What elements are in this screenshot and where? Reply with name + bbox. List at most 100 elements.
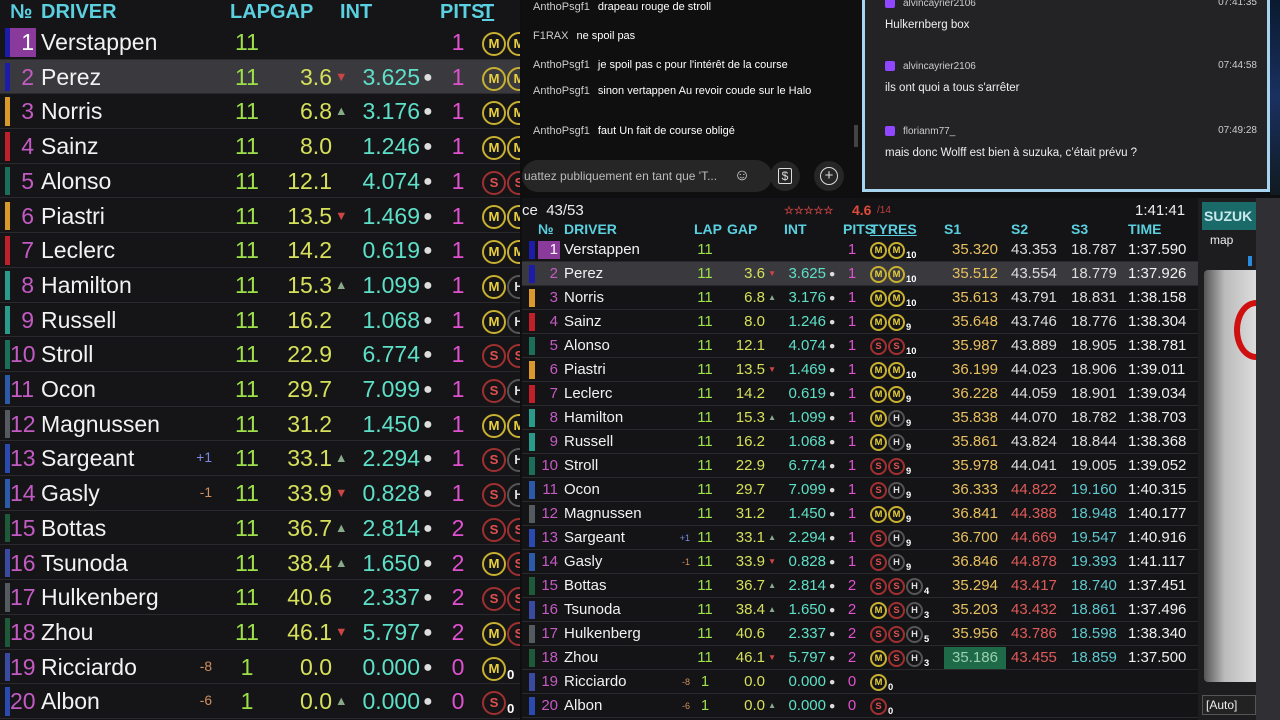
- driver-row[interactable]: 18Zhou1146.1▼5.797●2MSH3: [0, 615, 520, 650]
- driver-row[interactable]: 8 Hamilton 11 15.3 ▲ 1.099 ● 1 M H9 35.838 44.070 18…: [522, 406, 1198, 430]
- map-slider[interactable]: [1248, 256, 1252, 266]
- pit-stops: 1: [451, 29, 465, 55]
- driver-row[interactable]: 17Hulkenberg1140.62.337●2SSH5: [0, 580, 520, 615]
- chat-username[interactable]: AnthoPsgf1: [533, 125, 590, 137]
- driver-row[interactable]: 16 Tsunoda 11 38.4 ▲ 1.650 ● 2 M S H3 35.203 43.432 1…: [522, 598, 1198, 622]
- chat-username[interactable]: AnthoPsgf1: [533, 1, 590, 13]
- driver-row[interactable]: 17 Hulkenberg 11 40.6 2.337 ● 2 S S H5 35.956 43.78…: [522, 622, 1198, 646]
- driver-row[interactable]: 7 Leclerc 11 14.2 0.619 ● 1 M M9 36.228 44.059 18.9…: [522, 382, 1198, 406]
- gap-trend-up-icon: ▲: [768, 701, 777, 710]
- driver-row[interactable]: 1Verstappen111MM10: [0, 25, 520, 60]
- driver-row[interactable]: 11Ocon1129.77.099●1SH9: [0, 372, 520, 407]
- driver-row[interactable]: 6Piastri1113.5▼1.469●1MM10: [0, 199, 520, 234]
- driver-row[interactable]: 5 Alonso 11 12.1 4.074 ● 1 S S10 35.987 43.889 18.9…: [522, 334, 1198, 358]
- driver-row[interactable]: 2 Perez 11 3.6 ▼ 3.625 ● 1 M M10 35.512 43.554 18.77…: [522, 262, 1198, 286]
- driver-row[interactable]: 4Sainz118.01.246●1MM9: [0, 129, 520, 164]
- driver-row[interactable]: 2Perez113.6▼3.625●1MM10: [0, 59, 520, 95]
- tyre-M-icon: M: [482, 552, 506, 577]
- gap: 14.2: [287, 237, 332, 264]
- gap-trend-down-icon: ▼: [768, 653, 777, 662]
- tyre-M-icon: M: [507, 413, 520, 438]
- tyre-M-icon: M: [482, 101, 506, 126]
- chat-username[interactable]: alvincayrier2106: [903, 61, 976, 72]
- gap-trend-down-icon: ▼: [768, 269, 777, 278]
- track-name-tab[interactable]: SUZUK: [1202, 202, 1256, 230]
- emoji-icon[interactable]: ☺: [727, 161, 757, 191]
- sector-2: 44.070: [1011, 409, 1057, 426]
- driver-row[interactable]: 19Ricciardo-810.00.000●0M0: [522, 670, 1198, 694]
- gap: 15.3: [287, 271, 332, 298]
- driver-row[interactable]: 12Magnussen1131.21.450●1MM9: [0, 407, 520, 442]
- driver-name: Alonso: [564, 337, 610, 354]
- sector-3: 18.831: [1071, 289, 1117, 306]
- team-color-bar: [529, 625, 535, 643]
- interval-dot-icon: ●: [829, 436, 836, 448]
- map-mode-select[interactable]: [Auto]: [1202, 695, 1256, 715]
- gap-trend-down-icon: ▼: [768, 557, 777, 566]
- driver-row[interactable]: 18 Zhou 11 46.1 ▼ 5.797 ● 2 M S H3 35.186 43.455 18.8…: [522, 646, 1198, 670]
- lap-time: 1:39.052: [1128, 457, 1187, 474]
- driver-row[interactable]: 8Hamilton1115.3▲1.099●1MH9: [0, 268, 520, 303]
- lap: 11: [235, 445, 259, 472]
- hdr-tyres[interactable]: TYRES: [870, 221, 917, 237]
- super-chat-icon[interactable]: $: [770, 161, 800, 191]
- chat-scrollbar[interactable]: [854, 125, 858, 147]
- hdr-tyres[interactable]: T: [482, 1, 494, 24]
- driver-row[interactable]: 15Bottas1136.7▲2.814●2SSH4: [0, 511, 520, 546]
- rating-stars[interactable]: ☆☆☆☆☆: [784, 204, 833, 217]
- driver-row[interactable]: 1 Verstappen 11 1 M M10 35.320 43.353 18.787 1:37…: [522, 238, 1198, 262]
- driver-row[interactable]: 15 Bottas 11 36.7 ▲ 2.814 ● 2 S S H4 35.294 43.417 18…: [522, 574, 1198, 598]
- position: 5: [549, 337, 558, 354]
- driver-row[interactable]: 3Norris116.8▲3.176●1MM10: [0, 94, 520, 130]
- driver-row[interactable]: 6 Piastri 11 13.5 ▼ 1.469 ● 1 M M10 36.199 44.023 18…: [522, 358, 1198, 382]
- interval: 1.068: [362, 306, 420, 333]
- position: 13: [541, 529, 558, 546]
- chat-username[interactable]: AnthoPsgf1: [533, 59, 590, 71]
- driver-row[interactable]: 20Albon-610.0▲0.000●0S0: [0, 684, 520, 719]
- driver-row[interactable]: 16Tsunoda1138.4▲1.650●2MSH3: [0, 546, 520, 581]
- driver-row[interactable]: 12 Magnussen 11 31.2 1.450 ● 1 M M9 36.841 44.388 1…: [522, 502, 1198, 526]
- team-color-bar: [529, 601, 535, 619]
- sector-1: 35.838: [952, 409, 998, 426]
- tyre-M-icon: M: [870, 601, 887, 619]
- driver-row[interactable]: 10Stroll1122.96.774●1SS9: [0, 337, 520, 372]
- interval: 1.246: [788, 313, 826, 330]
- gap: 31.2: [735, 505, 765, 522]
- driver-row[interactable]: 14Gasly-11133.9▼0.828●1SH9: [0, 476, 520, 511]
- driver-row[interactable]: 9Russell1116.21.068●1MH9: [0, 303, 520, 338]
- chat-username[interactable]: florianm77_: [903, 126, 955, 137]
- tyre-S-icon: S: [507, 344, 520, 369]
- driver-row[interactable]: 7Leclerc1114.20.619●1MM9: [0, 233, 520, 268]
- interval-dot-icon: ●: [829, 532, 836, 544]
- tyre-M-icon: M: [507, 136, 520, 161]
- interval-dot-icon: ●: [423, 588, 433, 607]
- chat-text: ils ont quoi a tous s'arrêter: [885, 82, 1020, 94]
- driver-row[interactable]: 11 Ocon 11 29.7 7.099 ● 1 S H9 36.333 44.822 19.160…: [522, 478, 1198, 502]
- driver-row[interactable]: 19Ricciardo-810.00.000●0M0: [0, 650, 520, 685]
- driver-row[interactable]: 13Sargeant+11133.1▲2.294●1SH9: [0, 441, 520, 477]
- driver-row[interactable]: 10 Stroll 11 22.9 6.774 ● 1 S S9 35.978 44.041 19.0…: [522, 454, 1198, 478]
- driver-row[interactable]: 13 Sargeant +1 11 33.1 ▲ 2.294 ● 1 S H9 36.700 44.66…: [522, 526, 1198, 550]
- gap: 3.6: [744, 265, 765, 282]
- sector-3: 18.901: [1071, 385, 1117, 402]
- position: 3: [549, 289, 558, 306]
- add-icon[interactable]: +: [814, 161, 844, 191]
- driver-row[interactable]: 3 Norris 11 6.8 ▲ 3.176 ● 1 M M10 35.613 43.791 18.8…: [522, 286, 1198, 310]
- lap-time: 1:37.590: [1128, 241, 1187, 258]
- gap: 15.3: [735, 409, 765, 426]
- driver-name: Piastri: [41, 202, 105, 229]
- team-color-bar: [529, 649, 535, 667]
- driver-row[interactable]: 5Alonso1112.14.074●1SS10: [0, 164, 520, 199]
- driver-row[interactable]: 9 Russell 11 16.2 1.068 ● 1 M H9 35.861 43.824 18.8…: [522, 430, 1198, 454]
- tyre-S-icon: S: [482, 170, 506, 195]
- track-map[interactable]: [1204, 270, 1256, 682]
- chat-username[interactable]: alvincayrier2106: [903, 0, 976, 9]
- gap-trend-up-icon: ▲: [768, 581, 777, 590]
- sector-2: 43.786: [1011, 625, 1057, 642]
- chat-username[interactable]: F1RAX: [533, 30, 568, 42]
- driver-row[interactable]: 14 Gasly -1 11 33.9 ▼ 0.828 ● 1 S H9 36.846 44.878 19…: [522, 550, 1198, 574]
- driver-row[interactable]: 4 Sainz 11 8.0 1.246 ● 1 M M9 35.648 43.746 18.776 1…: [522, 310, 1198, 334]
- driver-name: Stroll: [41, 341, 94, 368]
- chat-username[interactable]: AnthoPsgf1: [533, 85, 590, 97]
- driver-row[interactable]: 20Albon-610.0▲0.000●0S0: [522, 694, 1198, 718]
